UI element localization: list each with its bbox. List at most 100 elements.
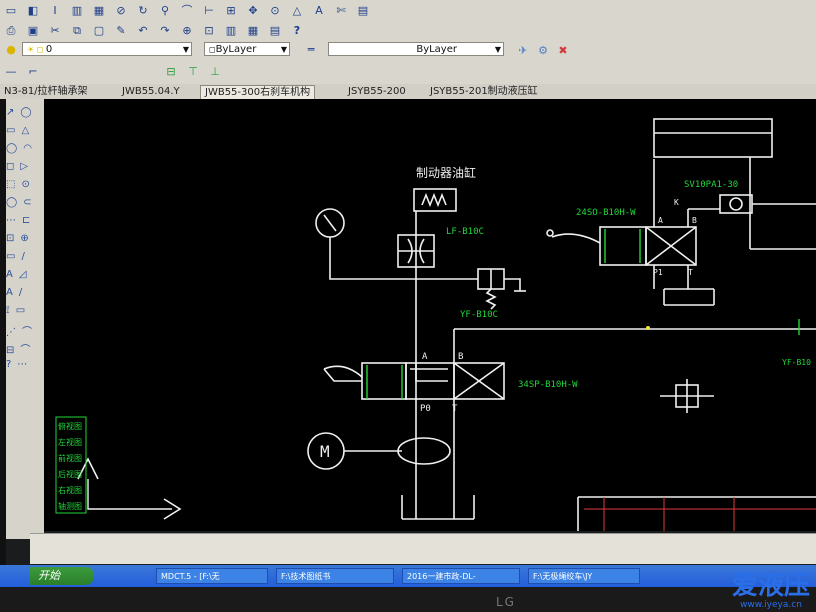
tool-row-2[interactable]: ▭△ — [6, 125, 38, 136]
tab-4[interactable]: JSYB55-200 — [344, 85, 410, 98]
monitor-bezel — [0, 587, 816, 612]
view-label-5: 右视图 — [58, 485, 82, 495]
tool-row-11[interactable]: A/ — [6, 287, 38, 298]
right-port-k-label: K — [674, 198, 679, 207]
trim-icon[interactable]: ✄ — [334, 4, 348, 17]
tool-row-6[interactable]: ◯⊂ — [6, 197, 38, 208]
tool-row-5[interactable]: ⬚⊙ — [6, 179, 38, 190]
grid-icon[interactable]: ⊞ — [224, 4, 238, 17]
edit-toolbar: ⎙ ▣ ✂ ⧉ ▢ ✎ ↶ ↷ ⊕ ⊡ ▥ ▦ ▤ ? — [0, 20, 816, 41]
watermark-url: www.iyeya.cn — [740, 600, 802, 610]
relief-valve-label: YF-B10C — [460, 310, 498, 320]
line-icon[interactable]: — — [4, 65, 18, 78]
drawing-canvas[interactable]: 制动器油缸 LF-B10C YF-B10C 34SP-B10H-W A B P0… — [44, 99, 816, 531]
tool-row-15[interactable]: ?⋯ — [6, 359, 38, 370]
pump-symbol — [397, 437, 451, 465]
port-t-label: T — [452, 404, 458, 414]
taskbar-item-3[interactable]: 2016一建市政-DL- — [402, 568, 520, 584]
linetype-dropdown[interactable]: ByLayer ▼ — [328, 42, 504, 56]
command-line[interactable] — [30, 533, 816, 564]
circle-slash-icon[interactable]: ⊘ — [114, 4, 128, 17]
tool-row-10[interactable]: A◿ — [6, 269, 38, 280]
tool-row-8[interactable]: ⊡⊕ — [6, 233, 38, 244]
style-manager-icon[interactable]: ⚙ — [536, 44, 550, 57]
stamp-icon[interactable]: ⚲ — [158, 4, 172, 17]
tool-row-14[interactable]: ⊟⌒ — [6, 341, 38, 356]
dimension-icon[interactable]: ⊢ — [202, 4, 216, 17]
color-dropdown-value: ByLayer — [215, 44, 257, 55]
hydraulic-schematic: 制动器油缸 LF-B10C YF-B10C 34SP-B10H-W A B P0… — [55, 118, 816, 531]
view-label-2: 左视图 — [58, 437, 82, 447]
tab-1[interactable]: N3-81/拉杆轴承架 — [0, 85, 92, 98]
right-port-t-label: T — [688, 268, 693, 277]
tool-row-1[interactable]: ↗◯ — [6, 107, 38, 118]
linetype-icon[interactable]: ═ — [304, 43, 318, 56]
zoom-window-icon[interactable]: ⊡ — [202, 24, 216, 37]
text-icon[interactable]: I — [48, 4, 62, 17]
align-icon[interactable]: ⊤ — [186, 65, 200, 78]
taskbar-item-4[interactable]: F:\无极绳绞车\JY — [528, 568, 640, 584]
main-directional-valve — [361, 362, 407, 400]
calculator-icon[interactable]: ▤ — [356, 4, 370, 17]
right-port-a-label: A — [658, 216, 663, 225]
arc-icon[interactable]: ⌒ — [180, 4, 194, 17]
motor-label: M — [320, 442, 330, 461]
right-directional-valve — [599, 226, 647, 266]
tab-3[interactable]: JWB55-300右刹车机构 — [200, 85, 316, 99]
properties-icon[interactable]: ▥ — [224, 24, 238, 37]
taskbar-item-2[interactable]: F:\技术图纸书 — [276, 568, 394, 584]
calc-icon[interactable]: ▤ — [268, 24, 282, 37]
paste-icon[interactable]: ▢ — [92, 24, 106, 37]
polyline-icon[interactable]: ⌐ — [26, 65, 40, 78]
redo-icon[interactable]: ↷ — [158, 24, 172, 37]
color-dropdown[interactable]: ◻ByLayer ▼ — [204, 42, 290, 56]
lightbulb-icon[interactable]: ● — [4, 43, 18, 56]
help-icon[interactable]: ? — [290, 24, 304, 37]
right-cylinder — [653, 118, 773, 158]
pick-style-icon[interactable]: ✈ — [516, 44, 530, 57]
library-icon[interactable]: ▦ — [246, 24, 260, 37]
monitor-brand-logo: LG — [496, 595, 516, 609]
refresh-icon[interactable]: ↻ — [136, 4, 150, 17]
tool-row-4[interactable]: ◻▷ — [6, 161, 38, 172]
start-button[interactable]: 开始 — [30, 567, 94, 585]
layout-icon[interactable]: ⊟ — [164, 65, 178, 78]
right-relief-label: SV10PA1-30 — [684, 180, 738, 190]
block-icon[interactable]: ▦ — [92, 4, 106, 17]
brake-cylinder-label: 制动器油缸 — [416, 165, 476, 180]
copy-icon[interactable]: ⧉ — [70, 24, 84, 37]
view-label-6: 轴测图 — [58, 501, 82, 511]
left-tool-palette: ↗◯ ▭△ ◯◠ ◻▷ ⬚⊙ ◯⊂ ⋯⊏ ⊡⊕ ▭/ A◿ A/ ⟟▭ ⋰⌒ ⊟… — [0, 99, 44, 539]
hatch-icon[interactable]: ▥ — [70, 4, 84, 17]
match-icon[interactable]: ✎ — [114, 24, 128, 37]
save-icon[interactable]: ▣ — [26, 24, 40, 37]
draw-toolbar: — ⌐ ⊟ ⊤ ⊥ — [0, 59, 816, 85]
layer-dropdown-value: 0 — [45, 44, 53, 55]
distribute-icon[interactable]: ⊥ — [208, 65, 222, 78]
print-icon[interactable]: ⎙ — [4, 24, 18, 37]
open-file-icon[interactable]: ◧ — [26, 4, 40, 17]
edge-relief-label: YF-B10 — [782, 358, 811, 367]
taskbar: 开始 MDCT.5 - [F:\无 F:\技术图纸书 2016一建市政-DL- … — [0, 565, 816, 587]
target-icon[interactable]: ⊙ — [268, 4, 282, 17]
tool-row-12[interactable]: ⟟▭ — [6, 305, 38, 316]
warning-icon[interactable]: △ — [290, 4, 304, 17]
undo-icon[interactable]: ↶ — [136, 24, 150, 37]
tool-row-3[interactable]: ◯◠ — [6, 143, 38, 154]
layer-dropdown[interactable]: ☀ ◻ 0 ▼ — [22, 42, 192, 56]
taskbar-item-1[interactable]: MDCT.5 - [F:\无 — [156, 568, 268, 584]
new-file-icon[interactable]: ▭ — [4, 4, 18, 17]
view-label-4: 后视图 — [58, 469, 82, 479]
tab-2[interactable]: JWB55.04.Y — [118, 85, 184, 98]
zoom-icon[interactable]: ⊕ — [180, 24, 194, 37]
tool-row-9[interactable]: ▭/ — [6, 251, 38, 262]
main-valve-label: 34SP-B10H-W — [518, 380, 578, 390]
cut-icon[interactable]: ✂ — [48, 24, 62, 37]
right-port-b-label: B — [692, 216, 697, 225]
tool-row-7[interactable]: ⋯⊏ — [6, 215, 38, 226]
text-style-icon[interactable]: A — [312, 4, 326, 17]
tool-row-13[interactable]: ⋰⌒ — [6, 323, 38, 338]
pan-icon[interactable]: ✥ — [246, 4, 260, 17]
tab-5[interactable]: JSYB55-201制动液压缸 — [426, 85, 542, 98]
close-icon[interactable]: ✖ — [556, 44, 570, 57]
